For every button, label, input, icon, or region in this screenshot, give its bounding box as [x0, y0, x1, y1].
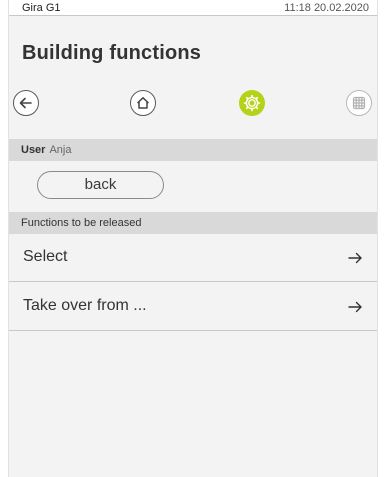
- device-screen: Gira G1 11:18 20.02.2020 Building functi…: [8, 0, 378, 477]
- list-item-label: Take over from ...: [23, 297, 147, 314]
- clock-datetime: 11:18 20.02.2020: [284, 2, 369, 14]
- list-item-label: Select: [23, 248, 68, 265]
- functions-gear-icon: [243, 94, 261, 112]
- user-label: User: [21, 144, 46, 156]
- functions-button[interactable]: [239, 90, 265, 116]
- back-row: back: [9, 161, 377, 212]
- list-item-take-over[interactable]: Take over from ...: [9, 283, 377, 331]
- back-nav-button[interactable]: [13, 90, 39, 116]
- grid-button[interactable]: [346, 90, 372, 116]
- release-section-header: Functions to be released: [9, 212, 377, 234]
- user-section-header: User Anja: [9, 139, 377, 161]
- page-title: Building functions: [22, 42, 202, 64]
- status-bar: Gira G1 11:18 20.02.2020: [9, 0, 377, 16]
- arrow-right-icon: [348, 252, 362, 264]
- home-button[interactable]: [130, 90, 156, 116]
- list-item-select[interactable]: Select: [9, 234, 377, 282]
- user-value: Anja: [49, 144, 72, 156]
- back-arrow-icon: [19, 97, 32, 109]
- home-icon: [136, 97, 150, 109]
- device-name: Gira G1: [22, 2, 61, 14]
- grid-icon: [352, 96, 366, 110]
- toolbar: [9, 83, 377, 125]
- back-button[interactable]: back: [37, 171, 164, 199]
- arrow-right-icon: [348, 301, 362, 313]
